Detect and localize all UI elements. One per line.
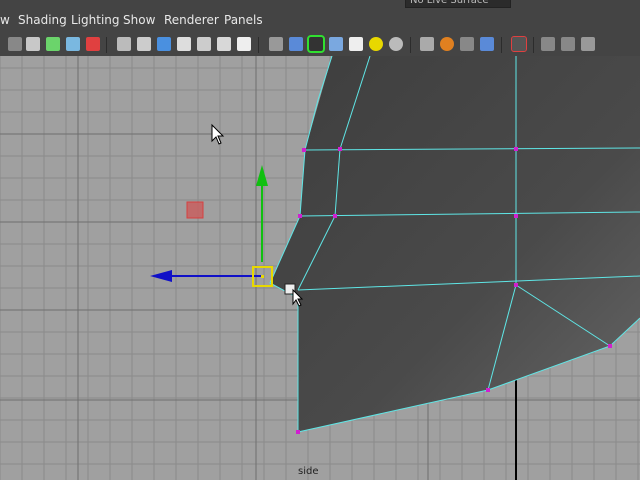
grease-pencil-icon[interactable]: [86, 37, 100, 51]
menu-panels[interactable]: Panels: [224, 13, 263, 27]
menu-shading[interactable]: Shading: [18, 13, 67, 27]
panel-toolbar: [0, 34, 640, 56]
camera-attributes-icon[interactable]: [26, 37, 40, 51]
film-gate-icon[interactable]: [137, 37, 151, 51]
xray-joints-icon[interactable]: [541, 37, 555, 51]
motion-blur-icon[interactable]: [460, 37, 474, 51]
toolbar-separator: [410, 37, 411, 53]
lighting-default-icon[interactable]: [369, 37, 383, 51]
xray-active-icon[interactable]: [561, 37, 575, 51]
panel-menubar: w Shading Lighting Show Renderer Panels: [0, 8, 640, 34]
manipulator-center-dot: [261, 275, 264, 278]
image-plane-icon[interactable]: [66, 37, 80, 51]
field-chart-icon[interactable]: [197, 37, 211, 51]
smooth-shade-icon[interactable]: [289, 37, 303, 51]
textured-icon[interactable]: [349, 37, 363, 51]
toolbar-separator: [533, 37, 534, 53]
viewport-side[interactable]: [0, 56, 640, 480]
shadows-icon[interactable]: [420, 37, 434, 51]
bookmark-icon[interactable]: [46, 37, 60, 51]
pivot-marker: [186, 201, 204, 219]
resolution-gate-icon[interactable]: [157, 37, 171, 51]
xray-icon[interactable]: [329, 37, 343, 51]
ambient-occlusion-icon[interactable]: [440, 37, 454, 51]
menu-show[interactable]: Show: [123, 13, 155, 27]
camera-name-label: side: [298, 466, 319, 477]
safe-title-icon[interactable]: [237, 37, 251, 51]
menu-renderer[interactable]: Renderer: [164, 13, 219, 27]
select-camera-icon[interactable]: [8, 37, 22, 51]
menu-view[interactable]: w: [0, 13, 10, 27]
use-all-lights-icon[interactable]: [389, 37, 403, 51]
anti-aliasing-icon[interactable]: [480, 37, 494, 51]
gate-mask-icon[interactable]: [177, 37, 191, 51]
hud-icon[interactable]: [581, 37, 595, 51]
toolbar-separator: [501, 37, 502, 53]
live-surface-field[interactable]: No Live Surface: [405, 0, 511, 8]
wireframe-icon[interactable]: [269, 37, 283, 51]
grid-icon[interactable]: [117, 37, 131, 51]
safe-action-icon[interactable]: [217, 37, 231, 51]
toolbar-separator: [258, 37, 259, 53]
status-line: No Live Surface: [0, 0, 640, 8]
menu-lighting[interactable]: Lighting: [71, 13, 120, 27]
wireframe-on-shaded-icon[interactable]: [307, 35, 325, 53]
toolbar-separator: [106, 37, 107, 53]
isolate-select-icon[interactable]: [511, 36, 527, 52]
